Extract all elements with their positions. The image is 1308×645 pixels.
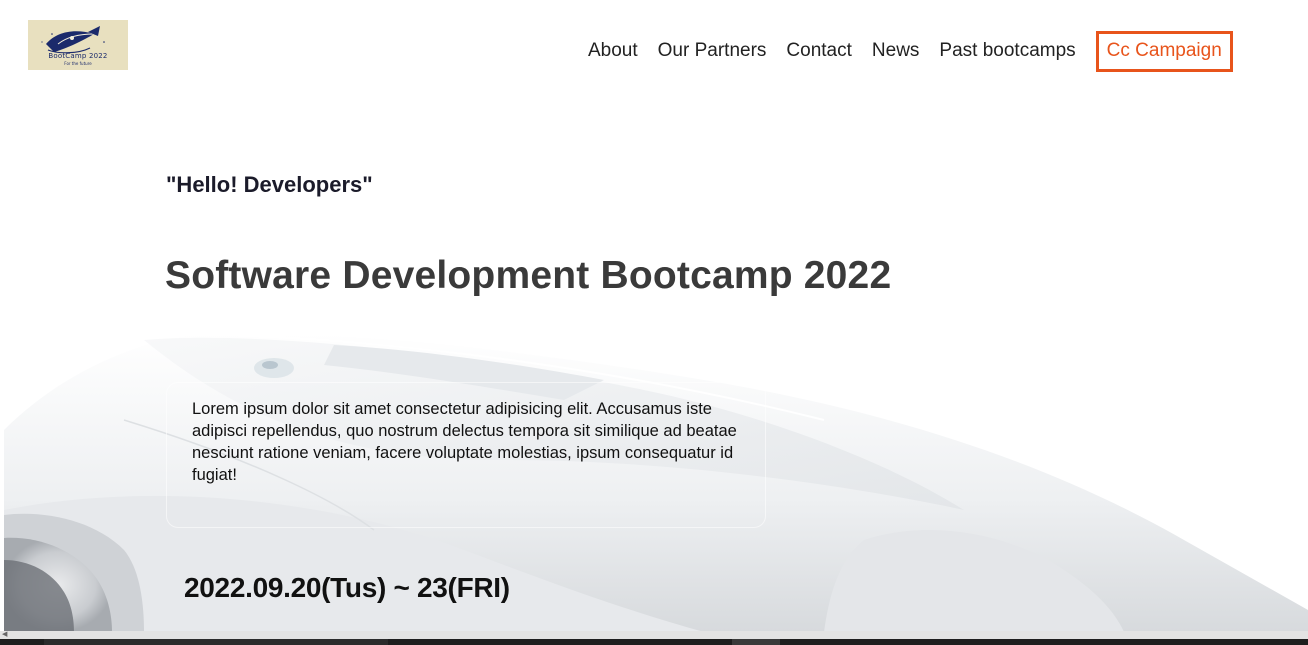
landing-page: BootCamp 2022 For the future About Our P… xyxy=(0,0,1308,645)
event-date: 2022.09.20(Tus) ~ 23(FRI) xyxy=(184,572,510,603)
nav-our-partners[interactable]: Our Partners xyxy=(658,40,767,62)
nav-cc-campaign-button[interactable]: Cc Campaign xyxy=(1095,30,1233,72)
horizontal-scrollbar[interactable]: ◀ xyxy=(0,631,1308,639)
nav-contact[interactable]: Contact xyxy=(786,40,851,62)
hero-greeting: "Hello! Developers" xyxy=(166,172,373,197)
nav-past-bootcamps[interactable]: Past bootcamps xyxy=(939,40,1075,62)
main-nav: About Our Partners Contact News Past boo… xyxy=(578,30,1243,72)
site-logo[interactable]: BootCamp 2022 For the future xyxy=(28,20,128,70)
hero-description: Lorem ipsum dolor sit amet consectetur a… xyxy=(192,400,737,484)
logo-tagline: For the future xyxy=(64,61,92,66)
page-title: Software Development Bootcamp 2022 xyxy=(165,254,892,297)
scroll-left-arrow-icon[interactable]: ◀ xyxy=(2,631,7,639)
logo-wordmark: BootCamp 2022 xyxy=(48,52,108,60)
taskbar-strip xyxy=(0,639,1308,645)
nav-news[interactable]: News xyxy=(872,40,920,62)
nav-about[interactable]: About xyxy=(588,40,638,62)
